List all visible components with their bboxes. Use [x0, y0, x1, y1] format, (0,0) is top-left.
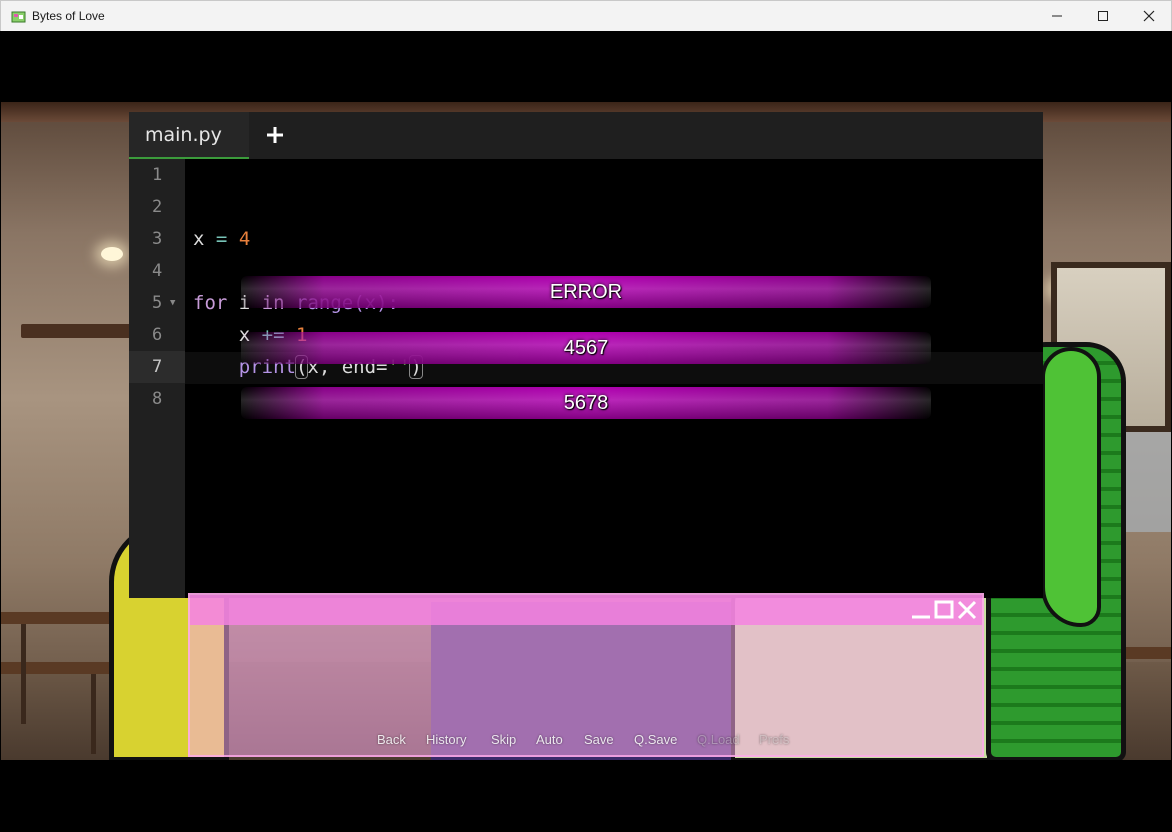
quick-menu-qsave[interactable]: Q.Save	[634, 732, 677, 747]
tab-label: main.py	[145, 124, 222, 146]
game-viewport[interactable]: main.py 1 2 3 4 5 ▼ 6 7 8 x = 4 for i in…	[1, 31, 1171, 831]
line-number: 1	[152, 165, 163, 185]
quick-menu-back[interactable]: Back	[377, 732, 406, 747]
minimize-icon	[1052, 15, 1062, 17]
ceiling-light	[101, 247, 123, 261]
minimize-icon	[912, 615, 930, 619]
line-number-text: 5	[152, 293, 163, 313]
choice-label: ERROR	[549, 281, 623, 303]
close-icon	[1143, 10, 1155, 22]
code-token: x	[193, 228, 205, 250]
quick-menu: Back History Skip Auto Save Q.Save Q.Loa…	[1, 732, 1171, 754]
quick-menu-qload[interactable]: Q.Load	[697, 732, 740, 747]
minimize-button[interactable]	[1034, 1, 1080, 31]
choice-label: 4567	[563, 337, 609, 359]
window-title: Bytes of Love	[32, 9, 105, 23]
window-titlebar[interactable]: Bytes of Love	[0, 0, 1172, 31]
line-number-gutter: 1 2 3 4 5 ▼ 6 7 8	[129, 159, 185, 598]
code-token: for	[193, 292, 228, 314]
desk	[1, 662, 111, 674]
textbox-header	[190, 595, 982, 625]
line-number: 8	[152, 389, 163, 409]
choice-error[interactable]: ERROR	[241, 276, 931, 308]
quick-menu-save[interactable]: Save	[584, 732, 614, 747]
line-number-active: 7	[129, 351, 185, 383]
code-token: =	[215, 228, 228, 250]
code-line-3: x = 4	[193, 223, 250, 255]
line-number: 6	[152, 325, 163, 345]
character-green-hair	[1041, 347, 1101, 627]
quick-menu-history[interactable]: History	[426, 732, 466, 747]
quick-menu-auto[interactable]: Auto	[536, 732, 563, 747]
app-icon	[11, 11, 26, 23]
choice-4567[interactable]: 4567	[241, 332, 931, 364]
line-number: 4	[152, 261, 163, 281]
close-button[interactable]	[1126, 1, 1172, 31]
maximize-button[interactable]	[1080, 1, 1126, 31]
maximize-icon	[1098, 11, 1108, 21]
close-icon	[957, 600, 977, 620]
quick-menu-prefs[interactable]: Prefs	[759, 732, 789, 747]
wall-beam	[21, 324, 131, 338]
desk-leg	[21, 624, 26, 724]
maximize-icon	[934, 600, 954, 619]
choice-5678[interactable]: 5678	[241, 387, 931, 419]
tab-main-py[interactable]: main.py	[129, 112, 249, 159]
quick-menu-skip[interactable]: Skip	[491, 732, 516, 747]
choice-label: 5678	[563, 392, 609, 414]
line-number: 3	[152, 229, 163, 249]
line-number: 2	[152, 197, 163, 217]
code-token: 4	[238, 228, 251, 250]
plus-icon[interactable]	[264, 124, 286, 146]
fold-arrow-icon[interactable]: ▼	[170, 287, 175, 319]
editor-tab-bar: main.py	[129, 112, 1043, 159]
line-number: 5 ▼	[129, 287, 185, 319]
